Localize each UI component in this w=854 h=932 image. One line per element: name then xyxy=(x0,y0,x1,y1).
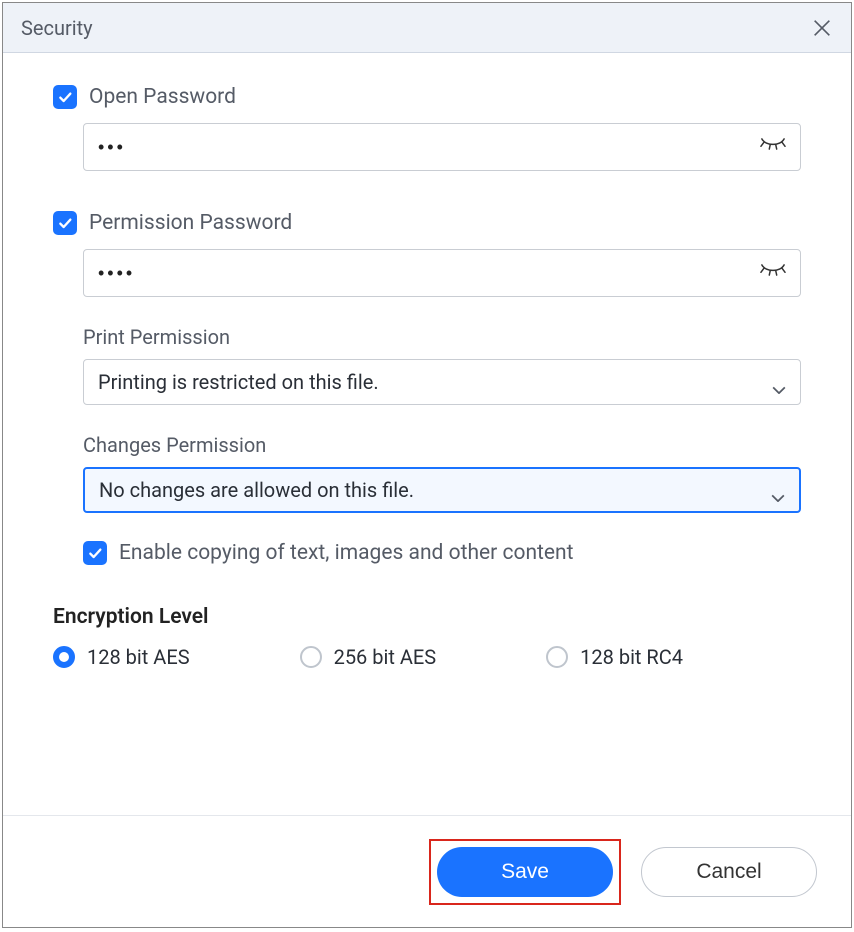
chevron-down-icon xyxy=(771,483,785,497)
open-password-section: Open Password xyxy=(53,85,801,171)
close-icon[interactable] xyxy=(811,17,833,39)
changes-permission-group: Changes Permission No changes are allowe… xyxy=(83,433,801,513)
eye-closed-icon[interactable] xyxy=(760,263,786,283)
permission-password-checkbox[interactable] xyxy=(53,211,77,235)
print-permission-select[interactable]: Printing is restricted on this file. xyxy=(83,359,801,405)
dialog-footer: Save Cancel xyxy=(3,815,851,927)
enable-copy-checkbox[interactable] xyxy=(83,541,107,565)
changes-permission-select[interactable]: No changes are allowed on this file. xyxy=(83,467,801,513)
enable-copy-label: Enable copying of text, images and other… xyxy=(119,541,574,565)
print-permission-label: Print Permission xyxy=(83,325,801,349)
changes-permission-value: No changes are allowed on this file. xyxy=(99,478,414,502)
permission-password-label: Permission Password xyxy=(89,211,292,235)
encryption-section: Encryption Level 128 bit AES 256 bit AES… xyxy=(53,605,801,669)
encryption-option-256-aes[interactable]: 256 bit AES xyxy=(300,645,437,669)
encryption-option-128-rc4[interactable]: 128 bit RC4 xyxy=(546,645,683,669)
save-button[interactable]: Save xyxy=(437,847,613,897)
radio-icon xyxy=(546,646,568,668)
encryption-title: Encryption Level xyxy=(53,605,801,629)
open-password-label: Open Password xyxy=(89,85,236,109)
encryption-options: 128 bit AES 256 bit AES 128 bit RC4 xyxy=(53,645,801,669)
enable-copy-row: Enable copying of text, images and other… xyxy=(83,541,801,565)
radio-label: 128 bit AES xyxy=(87,645,190,669)
radio-label: 256 bit AES xyxy=(334,645,437,669)
titlebar: Security xyxy=(3,3,851,53)
print-permission-value: Printing is restricted on this file. xyxy=(98,370,379,394)
print-permission-group: Print Permission Printing is restricted … xyxy=(83,325,801,405)
radio-label: 128 bit RC4 xyxy=(580,645,683,669)
open-password-field xyxy=(83,123,801,171)
encryption-option-128-aes[interactable]: 128 bit AES xyxy=(53,645,190,669)
chevron-down-icon xyxy=(772,375,786,389)
radio-icon xyxy=(300,646,322,668)
permission-password-input[interactable] xyxy=(98,263,760,284)
permission-password-field xyxy=(83,249,801,297)
eye-closed-icon[interactable] xyxy=(760,137,786,157)
open-password-input[interactable] xyxy=(98,137,760,158)
open-password-checkbox[interactable] xyxy=(53,85,77,109)
changes-permission-label: Changes Permission xyxy=(83,433,801,457)
security-dialog: Security Open Password xyxy=(2,2,852,928)
cancel-button[interactable]: Cancel xyxy=(641,847,817,897)
radio-icon xyxy=(53,646,75,668)
permission-password-section: Permission Password xyxy=(53,211,801,565)
dialog-title: Security xyxy=(21,16,93,40)
dialog-content: Open Password xyxy=(3,53,851,815)
save-highlight: Save xyxy=(429,839,621,905)
